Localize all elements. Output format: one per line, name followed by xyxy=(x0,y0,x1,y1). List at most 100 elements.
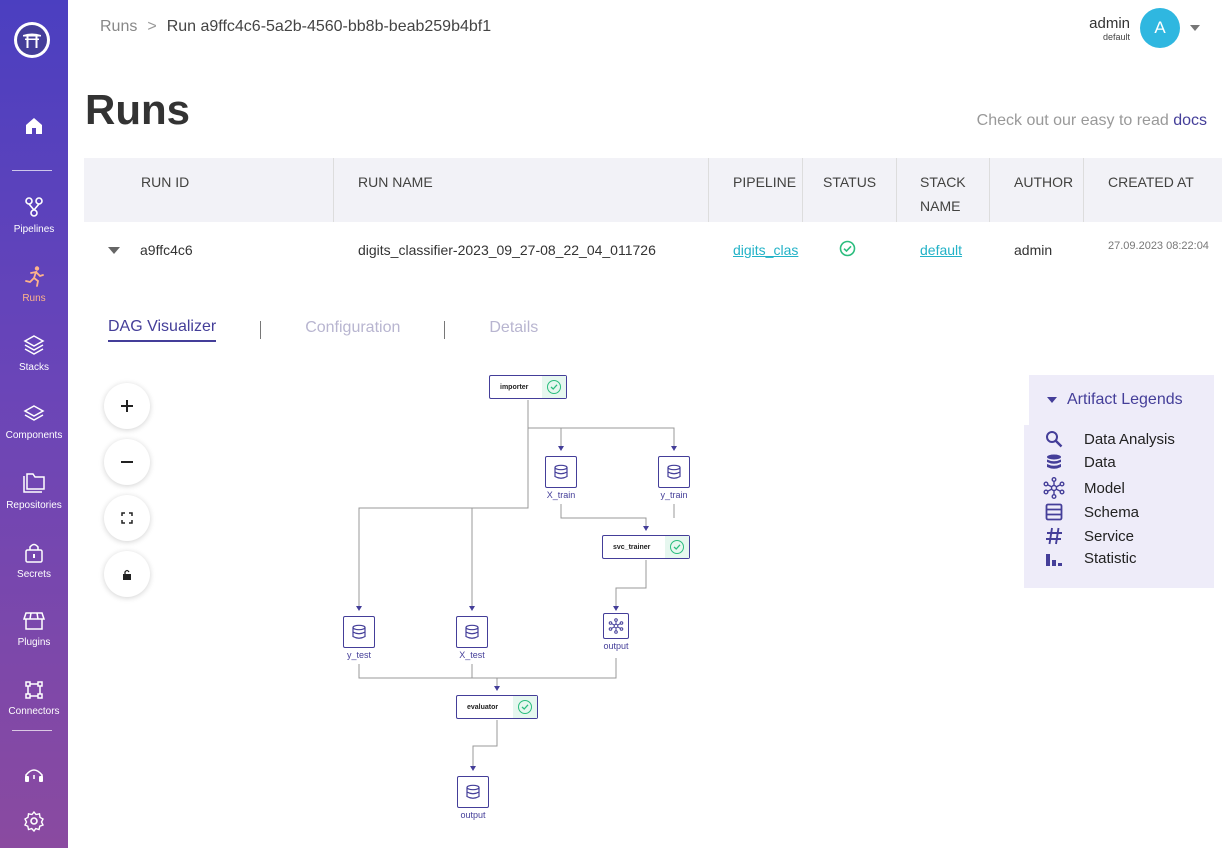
breadcrumb: Runs > Run a9ffc4c6-5a2b-4560-bb8b-beab2… xyxy=(100,18,491,36)
pipelines-icon xyxy=(25,197,43,217)
artifact-label: output xyxy=(460,810,486,820)
step-label: svc_trainer xyxy=(613,543,651,551)
sidebar-item-settings[interactable] xyxy=(0,810,68,832)
step-label: importer xyxy=(500,383,529,391)
legend-item-label: Data Analysis xyxy=(1084,430,1175,448)
model-network-icon xyxy=(1042,477,1066,499)
database-icon xyxy=(343,616,375,648)
bar-chart-icon xyxy=(1042,549,1066,567)
breadcrumb-runs-link[interactable]: Runs xyxy=(100,18,137,36)
sidebar-item-runs[interactable]: Runs xyxy=(0,265,68,304)
unlock-icon xyxy=(123,569,131,580)
sidebar-item-label: Secrets xyxy=(17,569,51,580)
cell-run-id: a9ffc4c6 xyxy=(140,242,193,258)
docs-link[interactable]: docs xyxy=(1173,112,1207,129)
legend-item-label: Statistic xyxy=(1084,549,1137,567)
tab-divider xyxy=(444,321,446,339)
dag-canvas[interactable]: importer svc_trainer evaluator X_train y… xyxy=(300,360,760,840)
sidebar-item-components[interactable]: Components xyxy=(0,404,68,441)
user-menu[interactable]: admin default A xyxy=(1089,8,1200,48)
artifact-label: y_test xyxy=(346,650,371,660)
headset-icon xyxy=(25,769,43,782)
sidebar: Pipelines Runs Stacks Components Reposit… xyxy=(0,0,68,848)
legend-item-label: Schema xyxy=(1084,503,1140,521)
chevron-down-icon[interactable] xyxy=(1190,25,1200,31)
dag-artifact-y-train[interactable]: y_train xyxy=(657,456,691,500)
zenml-logo[interactable] xyxy=(14,22,50,58)
sidebar-item-secrets[interactable]: Secrets xyxy=(0,541,68,580)
artifact-label: X_test xyxy=(459,650,485,660)
sidebar-item-label: Runs xyxy=(22,293,46,304)
tab-configuration[interactable]: Configuration xyxy=(305,319,400,341)
dag-artifact-x-test[interactable]: X_test xyxy=(455,616,489,660)
cell-author: admin xyxy=(1014,242,1053,258)
page-title: Runs xyxy=(85,86,190,133)
step-success-icon xyxy=(542,376,566,398)
dag-edges xyxy=(356,400,677,771)
sidebar-item-label: Connectors xyxy=(8,706,60,717)
column-header-status[interactable]: STATUS xyxy=(823,158,876,222)
zoom-out-button[interactable] xyxy=(104,439,150,485)
dag-step-svc-trainer[interactable]: svc_trainer xyxy=(602,535,690,559)
artifact-legend-toggle[interactable]: Artifact Legends xyxy=(1029,375,1214,425)
step-success-icon xyxy=(513,696,537,718)
table-header: RUN ID RUN NAME PIPELINE STATUS STACK NA… xyxy=(84,158,1222,222)
cell-pipeline-link[interactable]: digits_clas xyxy=(733,242,803,258)
legend-title: Artifact Legends xyxy=(1067,391,1183,408)
sidebar-item-support[interactable] xyxy=(0,764,68,786)
sidebar-item-plugins[interactable]: Plugins xyxy=(0,611,68,648)
runner-icon xyxy=(25,266,44,287)
sidebar-item-stacks[interactable]: Stacks xyxy=(0,334,68,373)
column-header-created-at[interactable]: CREATED AT xyxy=(1108,158,1194,222)
dag-step-importer[interactable]: importer xyxy=(489,375,567,399)
search-icon xyxy=(1042,430,1066,448)
legend-item: Data Analysis xyxy=(1042,430,1175,448)
legend-item: Service xyxy=(1042,527,1134,545)
sidebar-item-home[interactable] xyxy=(0,116,68,136)
connectors-icon xyxy=(25,681,43,699)
fit-view-button[interactable] xyxy=(104,495,150,541)
sidebar-item-label: Pipelines xyxy=(13,224,55,235)
column-divider xyxy=(989,158,990,222)
avatar[interactable]: A xyxy=(1140,8,1180,48)
column-header-stack-name[interactable]: STACK NAME xyxy=(920,158,980,222)
database-icon xyxy=(457,776,489,808)
sidebar-item-pipelines[interactable]: Pipelines xyxy=(0,196,68,235)
sidebar-item-connectors[interactable]: Connectors xyxy=(0,680,68,717)
cell-created-at: 27.09.2023 08:22:04 xyxy=(1108,240,1209,252)
expand-row-caret-icon[interactable] xyxy=(108,247,120,254)
artifact-legend: Data Analysis Data Model Schema Service … xyxy=(1024,425,1214,588)
tab-details[interactable]: Details xyxy=(489,319,538,341)
stack-layers-icon xyxy=(23,335,45,355)
fit-view-icon xyxy=(121,512,133,524)
legend-item-label: Model xyxy=(1084,479,1125,497)
column-header-run-id[interactable]: RUN ID xyxy=(141,158,189,222)
sidebar-item-repositories[interactable]: Repositories xyxy=(0,472,68,511)
sidebar-item-label: Stacks xyxy=(18,362,49,373)
artifact-label: output xyxy=(603,641,629,651)
column-header-author[interactable]: AUTHOR xyxy=(1014,158,1073,222)
torii-gate-icon xyxy=(17,25,47,55)
dag-artifact-model-output[interactable]: output xyxy=(602,613,630,651)
store-icon xyxy=(23,612,45,630)
lock-view-button[interactable] xyxy=(104,551,150,597)
dag-artifact-eval-output[interactable]: output xyxy=(456,776,490,820)
dag-artifact-x-train[interactable]: X_train xyxy=(544,456,578,500)
lock-icon xyxy=(25,543,43,563)
docs-hint-text: Check out our easy to read xyxy=(976,112,1169,129)
legend-item: Statistic xyxy=(1042,549,1137,567)
column-header-pipeline[interactable]: PIPELINE xyxy=(733,158,796,222)
cell-stack-link[interactable]: default xyxy=(920,242,962,258)
legend-item-label: Service xyxy=(1084,527,1135,545)
docs-hint: Check out our easy to read docs xyxy=(977,112,1207,130)
cell-run-name: digits_classifier-2023_09_27-08_22_04_01… xyxy=(358,242,656,258)
legend-item: Data xyxy=(1042,453,1116,471)
sidebar-divider xyxy=(12,730,52,731)
artifact-label: y_train xyxy=(660,490,688,500)
dag-step-evaluator[interactable]: evaluator xyxy=(456,695,538,719)
dag-artifact-y-test[interactable]: y_test xyxy=(342,616,376,660)
zoom-in-button[interactable] xyxy=(104,383,150,429)
table-row[interactable]: a9ffc4c6 digits_classifier-2023_09_27-08… xyxy=(84,222,1222,278)
column-header-run-name[interactable]: RUN NAME xyxy=(358,158,433,222)
tab-dag-visualizer[interactable]: DAG Visualizer xyxy=(108,318,217,342)
